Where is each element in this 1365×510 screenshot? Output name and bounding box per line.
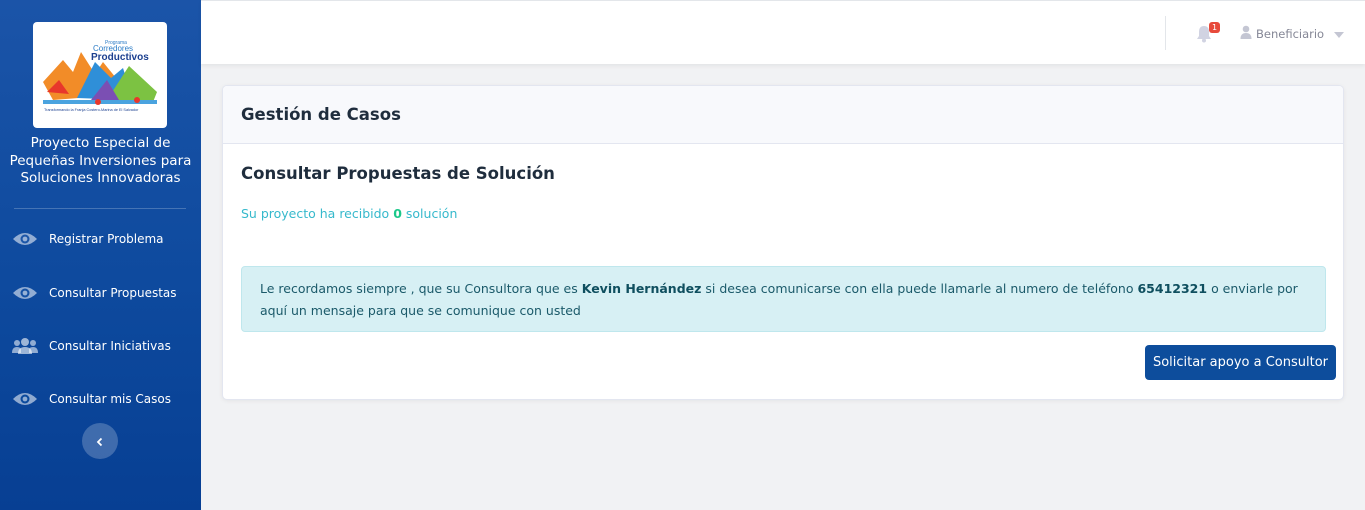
topbar: 1 Beneficiario: [201, 0, 1365, 64]
chevron-left-icon: [95, 432, 105, 451]
consultant-info-alert: Le recordamos siempre , que su Consultor…: [241, 266, 1326, 332]
sidebar-item-registrar-problema[interactable]: Registrar Problema: [0, 224, 201, 254]
user-menu[interactable]: Beneficiario: [1240, 25, 1345, 42]
sidebar-divider: [14, 208, 186, 209]
user-name: Beneficiario: [1256, 26, 1325, 41]
card-body: Consultar Propuestas de Solución Su proy…: [223, 144, 1343, 399]
case-management-card: Gestión de Casos Consultar Propuestas de…: [222, 85, 1344, 400]
proposal-count-text: Su proyecto ha recibido 0 solución: [241, 206, 458, 221]
card-title: Gestión de Casos: [241, 105, 401, 124]
sidebar: Programa Corredores Productivos Transfor…: [0, 0, 201, 510]
card-header: Gestión de Casos: [223, 86, 1343, 144]
program-logo[interactable]: Programa Corredores Productivos Transfor…: [33, 22, 167, 128]
request-consultant-support-button[interactable]: Solicitar apoyo a Consultor: [1145, 345, 1336, 380]
sidebar-item-label: Consultar mis Casos: [49, 392, 171, 406]
consultant-name: Kevin Hernández: [581, 281, 702, 296]
eye-icon: [0, 285, 49, 301]
users-icon: [0, 337, 49, 355]
sidebar-item-consultar-iniciativas[interactable]: Consultar Iniciativas: [0, 331, 201, 361]
consultant-phone: 65412321: [1137, 281, 1208, 296]
eye-icon: [0, 391, 49, 407]
sidebar-item-consultar-mis-casos[interactable]: Consultar mis Casos: [0, 384, 201, 414]
eye-icon: [0, 231, 49, 247]
sidebar-toggle-button[interactable]: [82, 423, 118, 459]
section-title: Consultar Propuestas de Solución: [241, 164, 555, 183]
topbar-divider: [1165, 16, 1166, 50]
sidebar-item-label: Consultar Propuestas: [49, 286, 177, 300]
proposal-count: 0: [393, 206, 402, 221]
svg-text:Productivos: Productivos: [91, 52, 149, 63]
logo-graphic: Programa Corredores Productivos Transfor…: [43, 40, 157, 112]
notification-badge: 1: [1209, 22, 1220, 33]
sidebar-item-label: Registrar Problema: [49, 232, 164, 246]
sidebar-item-label: Consultar Iniciativas: [49, 339, 171, 353]
sidebar-title: Proyecto Especial de Pequeñas Inversione…: [9, 135, 192, 186]
caret-down-icon: [1334, 27, 1345, 41]
user-icon: [1240, 25, 1252, 42]
sidebar-item-consultar-propuestas[interactable]: Consultar Propuestas: [0, 278, 201, 308]
svg-text:Transformando la Franja Coster: Transformando la Franja Costero-Marina d…: [44, 108, 139, 112]
